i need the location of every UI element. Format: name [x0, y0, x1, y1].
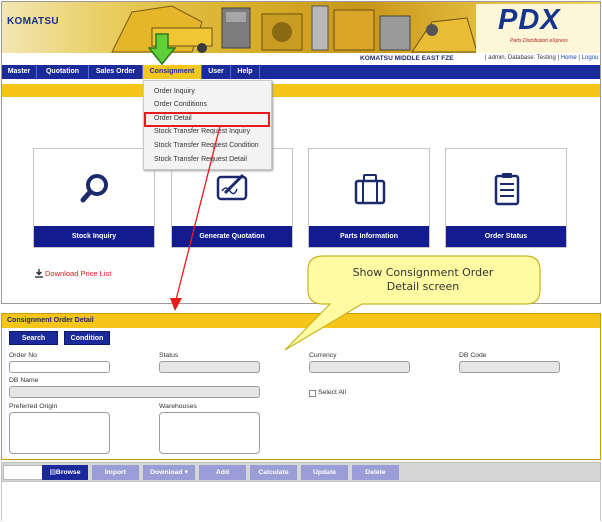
- status-field: [159, 361, 260, 373]
- dropdown-item-stock-transfer-condition[interactable]: Stock Transfer Request Condition: [154, 142, 259, 149]
- menu-sales-order[interactable]: Sales Order: [89, 65, 143, 79]
- highlight-box: [144, 112, 270, 127]
- browse-label: Browse: [55, 469, 81, 476]
- delete-button[interactable]: Delete: [352, 465, 399, 480]
- tile-label: Parts Information: [309, 226, 429, 247]
- select-all-label: Select All: [318, 389, 346, 396]
- menu-help[interactable]: Help: [231, 65, 260, 79]
- condition-button[interactable]: Condition: [64, 331, 110, 345]
- db-code-field: [459, 361, 560, 373]
- download-label: Download: [150, 469, 183, 476]
- browse-button[interactable]: ▤Browse: [42, 465, 88, 480]
- order-no-label: Order No: [9, 352, 37, 359]
- clipboard-icon: [494, 173, 520, 206]
- separator: |: [578, 55, 580, 61]
- machinery-banner-image: [111, 5, 478, 53]
- dropdown-item-order-conditions[interactable]: Order Conditions: [154, 101, 207, 108]
- dropdown-item-stock-transfer-inquiry[interactable]: Stock Transfer Request Inquiry: [154, 128, 250, 135]
- company-name: KOMATSU MIDDLE EAST FZE: [360, 55, 454, 62]
- status-label: Status: [159, 352, 179, 359]
- company-row: KOMATSU MIDDLE EAST FZE | admin, Databas…: [2, 53, 600, 65]
- db-name-label: DB Name: [9, 377, 39, 384]
- tile-stock-inquiry[interactable]: Stock Inquiry: [33, 148, 155, 248]
- pdx-tagline: Parts Distribution eXpress: [510, 38, 568, 44]
- tile-label: Generate Quotation: [172, 226, 292, 247]
- currency-label: Currency: [309, 352, 337, 359]
- db-code-label: DB Code: [459, 352, 487, 359]
- order-no-input[interactable]: [9, 361, 110, 373]
- luggage-icon: [354, 174, 386, 205]
- header-banner: KOMATSU PDX Parts Distribution eXpress: [2, 2, 600, 53]
- menu-master[interactable]: Master: [2, 65, 37, 79]
- preferred-origin-label: Preferred Origin: [9, 403, 58, 410]
- calculate-button[interactable]: Calculate: [250, 465, 297, 480]
- pdx-logo: PDX: [498, 4, 561, 36]
- warehouses-label: Warehouses: [159, 403, 197, 410]
- menu-user[interactable]: User: [202, 65, 231, 79]
- user-info-text: | admin, Database: Testing |: [485, 55, 560, 61]
- dropdown-item-stock-transfer-detail[interactable]: Stock Transfer Request Detail: [154, 156, 247, 163]
- main-menu: Master Quotation Sales Order Consignment…: [2, 65, 600, 79]
- menu-consignment[interactable]: Consignment: [143, 65, 202, 79]
- update-button[interactable]: Update: [301, 465, 348, 480]
- top-window: KOMATSU PDX Parts Distribution eXpress K…: [1, 1, 601, 304]
- download-price-list-link[interactable]: Download Price List: [45, 269, 111, 278]
- user-info: | admin, Database: Testing | Home | Logo…: [485, 55, 598, 61]
- panel-title: Consignment Order Detail: [2, 314, 600, 328]
- search-button[interactable]: Search: [9, 331, 58, 345]
- sub-header-bar: [2, 84, 600, 97]
- tile-label: Stock Inquiry: [34, 226, 154, 247]
- warehouses-listbox[interactable]: [159, 412, 260, 454]
- currency-field: [309, 361, 410, 373]
- select-all-checkbox[interactable]: [309, 390, 316, 397]
- komatsu-logo: KOMATSU: [7, 16, 59, 27]
- callout-text: Show Consignment Order Detail screen: [318, 266, 528, 294]
- grid-area: [1, 482, 601, 521]
- import-button[interactable]: Import: [92, 465, 139, 480]
- add-button[interactable]: Add: [199, 465, 246, 480]
- tile-order-status[interactable]: Order Status: [445, 148, 567, 248]
- callout-line-2: Detail screen: [386, 280, 460, 293]
- menu-quotation[interactable]: Quotation: [37, 65, 89, 79]
- download-icon: [35, 269, 43, 278]
- logout-link[interactable]: Logou: [582, 55, 599, 61]
- green-arrow-icon: [148, 33, 176, 66]
- tile-parts-information[interactable]: Parts Information: [308, 148, 430, 248]
- preferred-origin-listbox[interactable]: [9, 412, 110, 454]
- file-path-input[interactable]: [3, 465, 43, 480]
- db-name-field: [9, 386, 260, 398]
- home-link[interactable]: Home: [561, 55, 577, 61]
- magnifier-icon: [80, 174, 108, 203]
- tablet-pen-icon: [216, 173, 248, 201]
- caret-down-icon: ▾: [184, 469, 188, 476]
- tile-label: Order Status: [446, 226, 566, 247]
- download-button[interactable]: Download ▾: [143, 465, 195, 480]
- callout-line-1: Show Consignment Order: [352, 266, 494, 279]
- dropdown-item-order-inquiry[interactable]: Order Inquiry: [154, 88, 195, 95]
